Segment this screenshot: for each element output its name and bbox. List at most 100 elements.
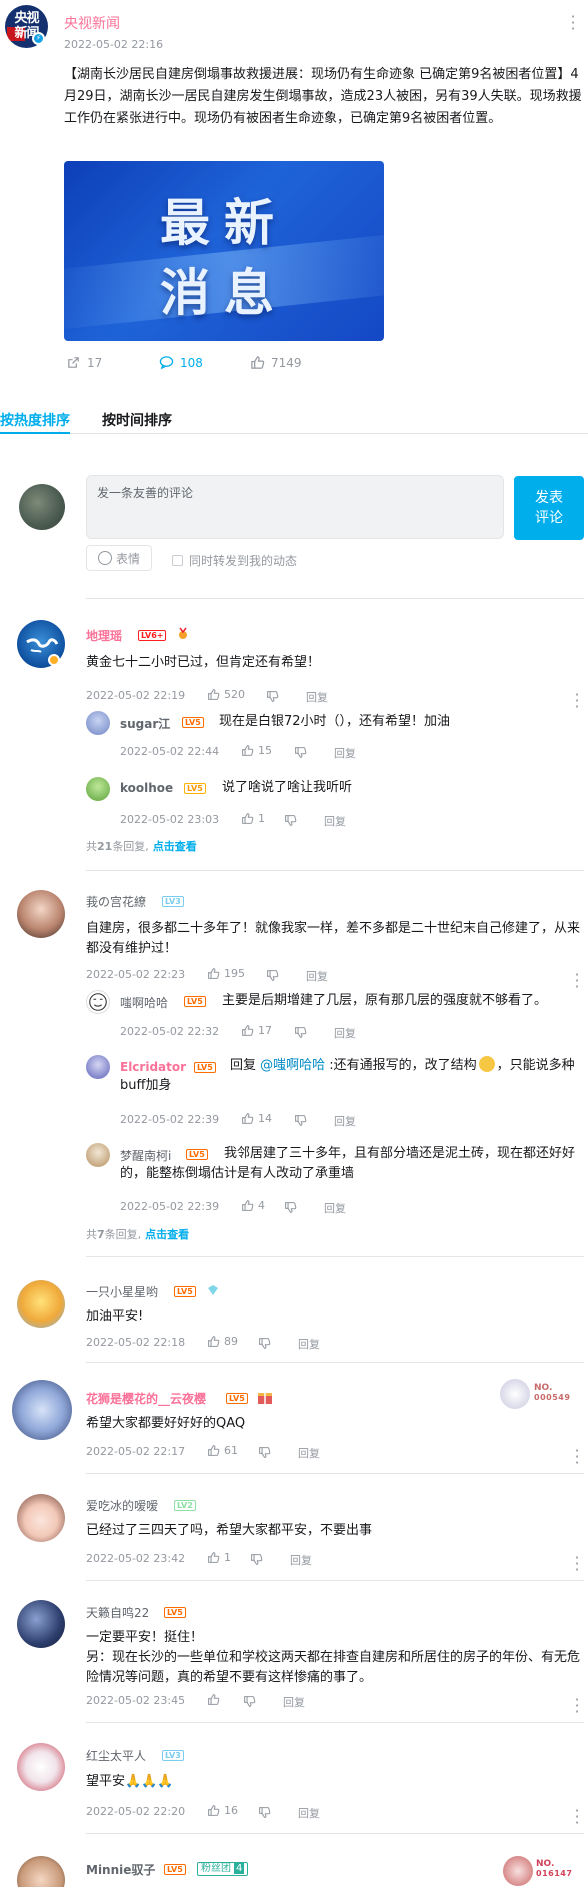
comment-more-icon[interactable]: · · · bbox=[574, 1803, 580, 1831]
comment-more-icon[interactable]: · · · bbox=[574, 967, 580, 995]
avatar[interactable] bbox=[86, 777, 110, 801]
like-button[interactable]: 17 bbox=[241, 1024, 272, 1037]
like-button[interactable]: 520 bbox=[207, 688, 245, 701]
dislike-button[interactable] bbox=[294, 1024, 307, 1043]
reply-button[interactable]: 回复 bbox=[298, 1805, 320, 1821]
gift-icon bbox=[258, 1393, 272, 1404]
like-count: 61 bbox=[224, 1444, 238, 1457]
post-more-icon[interactable]: · · · bbox=[570, 9, 576, 37]
dislike-button[interactable] bbox=[284, 812, 297, 831]
dislike-button[interactable] bbox=[266, 967, 279, 986]
reply-button[interactable]: 回复 bbox=[324, 1200, 346, 1216]
comment-time: 2022-05-02 23:42 bbox=[86, 1552, 186, 1565]
forward-button[interactable]: 17 bbox=[66, 355, 102, 370]
like-button[interactable]: 4 bbox=[241, 1199, 265, 1212]
dislike-button[interactable] bbox=[284, 1199, 297, 1218]
view-replies-link[interactable]: 点击查看 bbox=[145, 1228, 189, 1241]
like-button[interactable]: 15 bbox=[241, 744, 272, 757]
reply-button[interactable]: 回复 bbox=[306, 968, 328, 984]
avatar[interactable] bbox=[86, 1055, 110, 1079]
comment-icon bbox=[159, 356, 174, 370]
dislike-button[interactable] bbox=[258, 1444, 271, 1463]
comment-time: 2022-05-02 22:23 bbox=[86, 968, 186, 981]
comment-more-icon[interactable]: · · · bbox=[574, 1443, 580, 1471]
dislike-button[interactable] bbox=[266, 688, 279, 707]
reply-author[interactable]: 嗤啊哈哈 bbox=[120, 994, 168, 1011]
thumbs-down-icon bbox=[295, 747, 307, 758]
comment-author[interactable]: Minnie驭子 bbox=[86, 1861, 155, 1878]
send-comment-button[interactable]: 发表 评论 bbox=[514, 476, 584, 540]
avatar[interactable] bbox=[17, 1494, 65, 1542]
reply-button[interactable]: 回复 bbox=[298, 1445, 320, 1461]
comment-more-icon[interactable]: · · · bbox=[574, 687, 580, 715]
tab-time[interactable]: 按时间排序 bbox=[102, 410, 172, 430]
reply-text: 现在是白银72小时（），还有希望！加油 bbox=[219, 714, 451, 729]
mention-link[interactable]: @嗤啊哈哈 bbox=[260, 1058, 325, 1073]
comment-author[interactable]: 地理瑶 bbox=[86, 627, 122, 644]
like-button[interactable]: 1 bbox=[207, 1551, 231, 1564]
emoji-button[interactable]: 表情 bbox=[86, 545, 152, 571]
post-like-button[interactable]: 7149 bbox=[250, 355, 302, 370]
send-label-2: 评论 bbox=[535, 510, 563, 526]
like-button[interactable]: 1 bbox=[241, 812, 265, 825]
avatar[interactable] bbox=[17, 1743, 65, 1791]
comment-author[interactable]: 爱吃冰的嗳嗳 bbox=[86, 1497, 158, 1514]
avatar[interactable] bbox=[17, 1600, 65, 1648]
reply-button[interactable]: 回复 bbox=[334, 1113, 356, 1129]
comment-author[interactable]: 莪の宫花繚 bbox=[86, 893, 146, 910]
avatar[interactable] bbox=[17, 1280, 65, 1328]
tab-hot[interactable]: 按热度排序 bbox=[0, 410, 70, 430]
reply-author[interactable]: koolhoe bbox=[120, 781, 173, 795]
level-badge: LV5 bbox=[184, 996, 206, 1007]
dislike-button[interactable] bbox=[258, 1804, 271, 1823]
verified-icon bbox=[48, 654, 60, 666]
comment-author[interactable]: 一只小星星哟 bbox=[86, 1283, 158, 1300]
reply-author[interactable]: sugar江 bbox=[120, 715, 170, 732]
reply-button[interactable]: 回复 bbox=[283, 1694, 305, 1710]
comment-more-icon[interactable]: · · · bbox=[574, 1692, 580, 1720]
dislike-button[interactable] bbox=[250, 1551, 263, 1570]
badge-number: 016147 bbox=[536, 1869, 573, 1878]
reply-button[interactable]: 回复 bbox=[290, 1552, 312, 1568]
comment-text: 希望大家都要好好好的QAQ bbox=[86, 1416, 246, 1431]
comment-author[interactable]: 天籁自鸣22 bbox=[86, 1604, 149, 1621]
like-button[interactable]: 89 bbox=[207, 1335, 238, 1348]
like-button[interactable] bbox=[207, 1693, 220, 1706]
reply-button[interactable]: 回复 bbox=[306, 689, 328, 705]
comment-author[interactable]: 红尘太平人 bbox=[86, 1747, 146, 1764]
reply-button[interactable]: 回复 bbox=[324, 813, 346, 829]
comment-input[interactable]: 发一条友善的评论 bbox=[86, 475, 504, 539]
fan-club-level: 4 bbox=[234, 1863, 245, 1874]
send-label-1: 发表 bbox=[535, 490, 563, 506]
comment-more-icon[interactable]: · · · bbox=[574, 1550, 580, 1578]
dislike-button[interactable] bbox=[258, 1335, 271, 1354]
comment-time: 2022-05-02 22:17 bbox=[86, 1445, 186, 1458]
dislike-button[interactable] bbox=[294, 744, 307, 763]
avatar[interactable] bbox=[12, 1380, 72, 1440]
like-button[interactable]: 16 bbox=[207, 1804, 238, 1817]
thumbs-down-icon bbox=[244, 1696, 256, 1707]
dislike-button[interactable] bbox=[243, 1693, 256, 1712]
avatar[interactable] bbox=[86, 1143, 110, 1167]
reply-button[interactable]: 回复 bbox=[298, 1336, 320, 1352]
avatar[interactable] bbox=[17, 1856, 65, 1887]
avatar[interactable] bbox=[17, 890, 65, 938]
post-image[interactable]: 最新 消息 bbox=[64, 161, 384, 341]
sync-forward-toggle[interactable]: 同时转发到我的动态 bbox=[172, 552, 297, 569]
reply-button[interactable]: 回复 bbox=[334, 1025, 356, 1041]
comment-time: 2022-05-02 22:19 bbox=[86, 689, 186, 702]
reply-button[interactable]: 回复 bbox=[334, 745, 356, 761]
sync-checkbox[interactable] bbox=[172, 555, 183, 566]
like-button[interactable]: 195 bbox=[207, 967, 245, 980]
post-author-name[interactable]: 央视新闻 bbox=[64, 13, 120, 33]
thumbs-up-icon bbox=[242, 1113, 254, 1124]
level-badge: LV5 bbox=[226, 1393, 248, 1404]
comment-author[interactable]: 花狮是樱花的__云夜樱 bbox=[86, 1390, 206, 1407]
like-button[interactable]: 14 bbox=[241, 1112, 272, 1125]
like-button[interactable]: 61 bbox=[207, 1444, 238, 1457]
view-replies-link[interactable]: 点击查看 bbox=[153, 840, 197, 853]
avatar[interactable] bbox=[86, 711, 110, 735]
dislike-button[interactable] bbox=[294, 1112, 307, 1131]
avatar[interactable] bbox=[86, 990, 110, 1014]
comment-button[interactable]: 108 bbox=[159, 355, 203, 370]
